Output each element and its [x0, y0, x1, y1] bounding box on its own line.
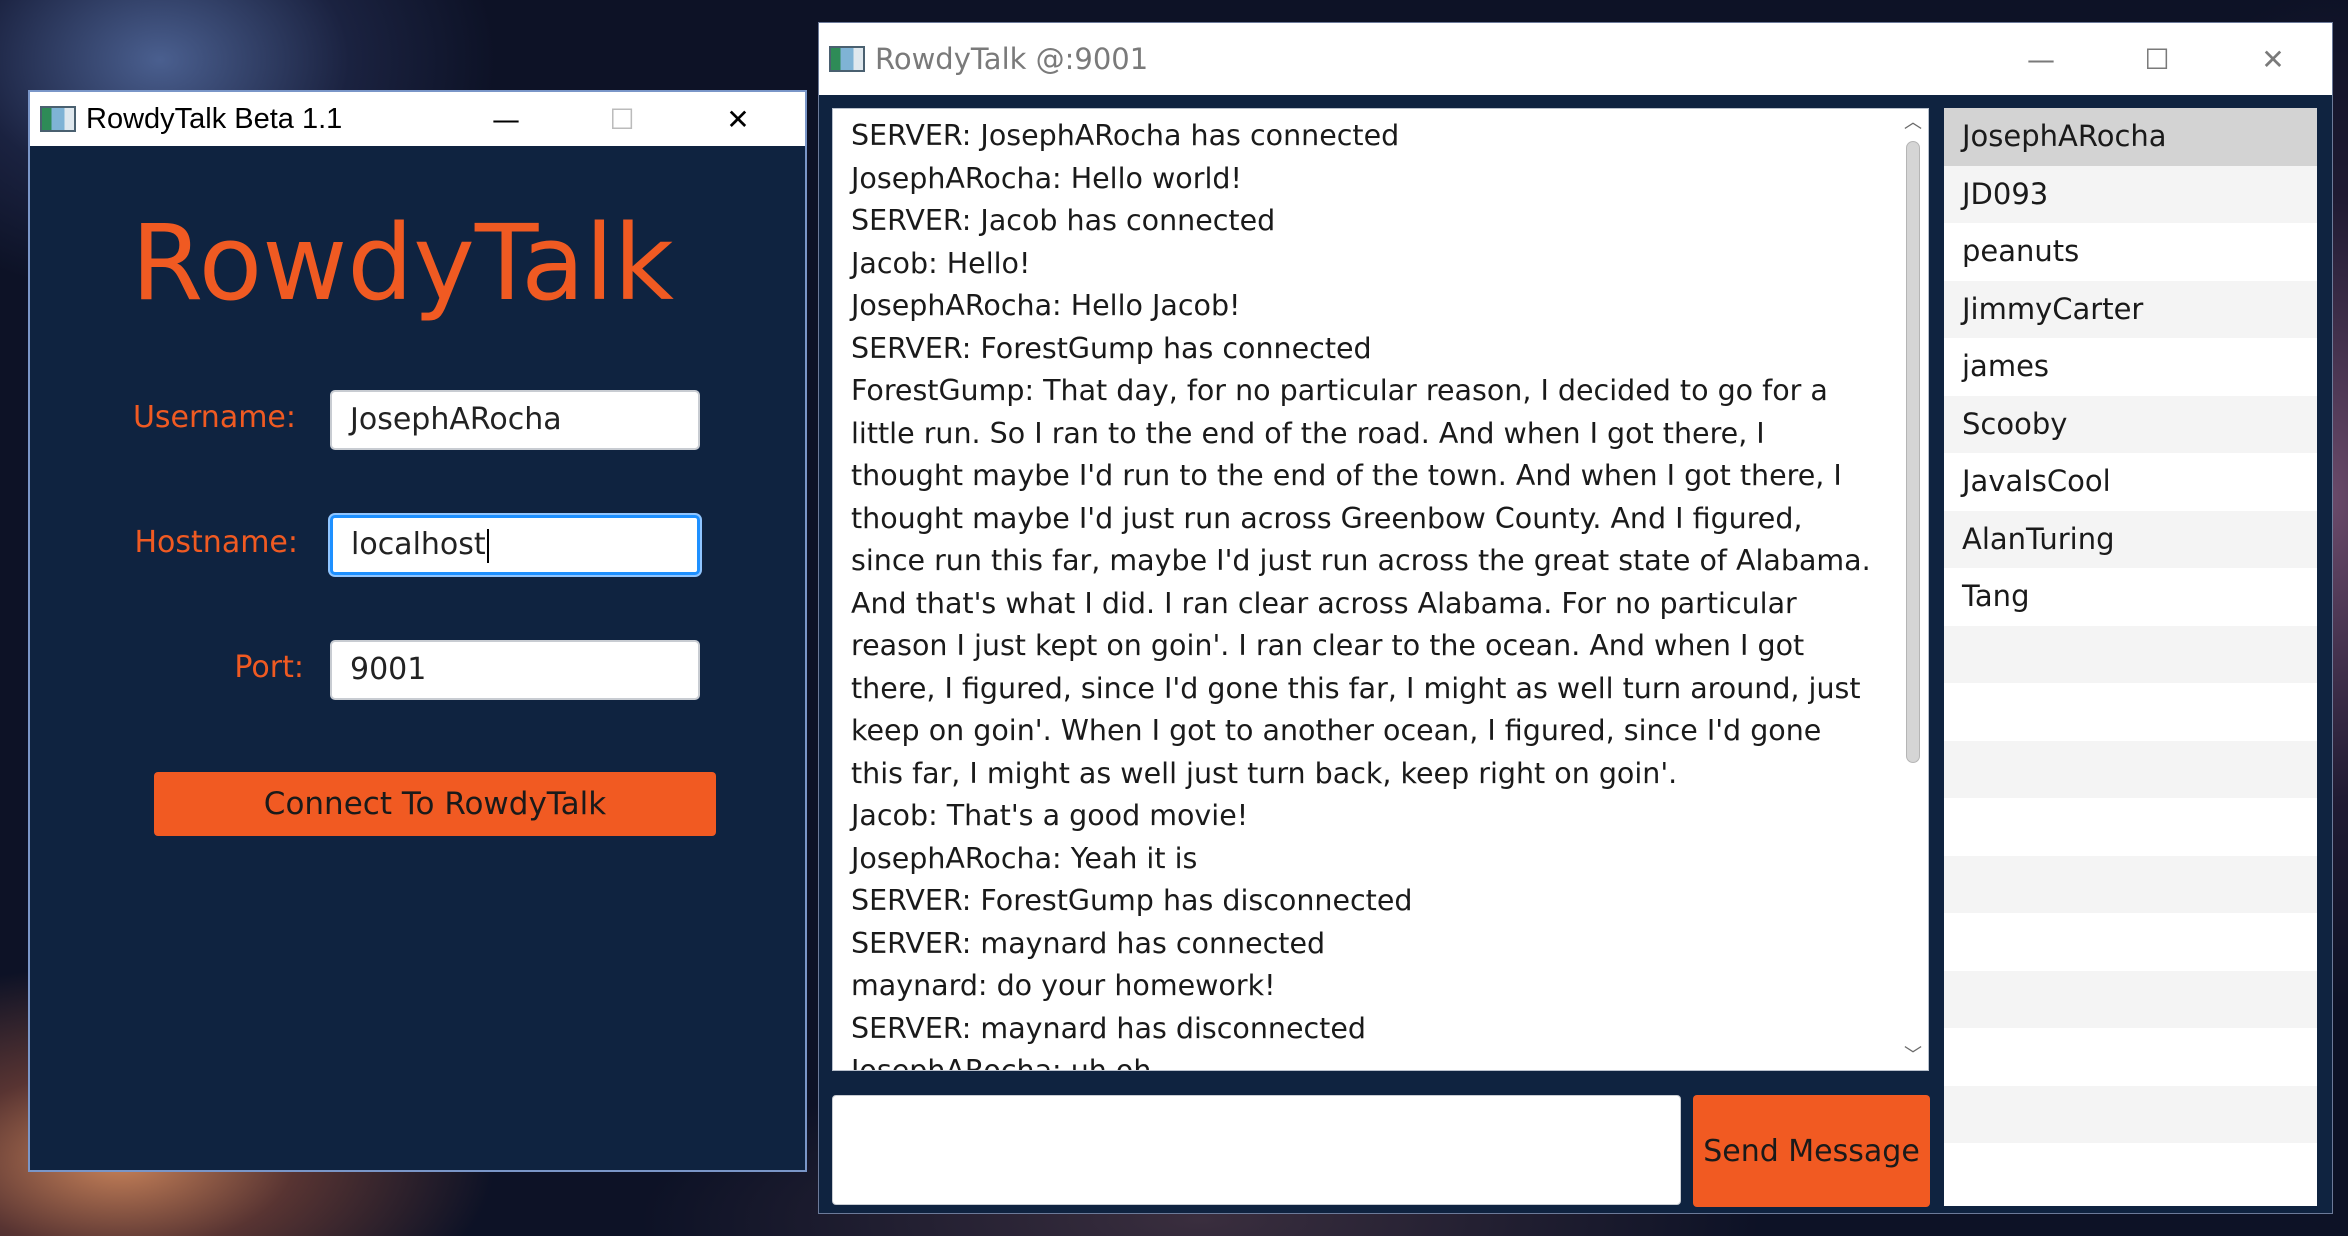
scroll-up-icon[interactable]: ︿ [1898, 109, 1928, 137]
message-item: SERVER: JosephARocha has connected [851, 119, 1400, 152]
login-window-title: RowdyTalk Beta 1.1 [86, 102, 343, 135]
chat-titlebar[interactable]: RowdyTalk @:9001 — ☐ ✕ [819, 23, 2332, 95]
minimize-icon[interactable]: — [448, 92, 564, 146]
app-icon [829, 46, 865, 72]
user-list[interactable]: JosephARocha JD093 peanuts JimmyCarter james… [1944, 108, 2317, 1206]
message-item: maynard: do your homework! [851, 969, 1276, 1002]
chat-window: RowdyTalk @:9001 — ☐ ✕ SERVER: JosephARo… [818, 22, 2333, 1214]
user-list-item[interactable]: JimmyCarter [1944, 280, 2317, 338]
user-list-item[interactable]: peanuts [1944, 223, 2317, 281]
user-list-item[interactable]: AlanTuring [1944, 510, 2317, 568]
user-list-empty-row [1944, 1085, 2317, 1143]
message-item: JosephARocha: Hello world! [851, 161, 1242, 195]
port-value: 9001 [350, 652, 427, 687]
user-list-item[interactable]: JD093 [1944, 165, 2317, 223]
user-list-item[interactable]: JosephARocha [1944, 108, 2317, 166]
chat-window-title: RowdyTalk @:9001 [875, 42, 1149, 76]
vertical-scrollbar[interactable]: ︿ ﹀ [1898, 109, 1928, 1070]
message-input[interactable] [832, 1095, 1681, 1205]
hostname-value: localhost [351, 527, 486, 562]
message-item: SERVER: Jacob has connected [851, 204, 1276, 237]
message-item: JosephARocha: Yeah it is [851, 841, 1198, 875]
message-item: JosephARocha: uh oh [851, 1054, 1152, 1071]
user-list-item[interactable]: james [1944, 338, 2317, 396]
user-list-item[interactable]: Tang [1944, 568, 2317, 626]
maximize-icon[interactable]: ☐ [564, 92, 680, 146]
user-list-empty-row [1944, 683, 2317, 741]
message-list: SERVER: JosephARocha has connected Joseph… [851, 115, 1881, 1071]
user-list-empty-row [1944, 625, 2317, 683]
user-list-empty-row [1944, 1143, 2317, 1201]
scroll-down-icon[interactable]: ﹀ [1898, 1042, 1928, 1070]
minimize-icon[interactable]: — [1983, 23, 2099, 95]
login-titlebar[interactable]: RowdyTalk Beta 1.1 — ☐ ✕ [30, 92, 805, 146]
message-item: SERVER: ForestGump has disconnected [851, 884, 1413, 917]
message-item: SERVER: ForestGump has connected [851, 331, 1372, 365]
user-list-empty-row [1944, 740, 2317, 798]
message-item: ForestGump: That day, for no particular … [851, 374, 1871, 790]
connect-button[interactable]: Connect To RowdyTalk [154, 772, 716, 836]
send-message-button[interactable]: Send Message [1693, 1095, 1930, 1207]
user-list-empty-row [1944, 798, 2317, 856]
text-caret [486, 528, 489, 563]
scroll-thumb[interactable] [1906, 141, 1920, 763]
message-item: SERVER: maynard has disconnected [851, 1011, 1366, 1045]
hostname-field[interactable]: localhost [330, 515, 700, 575]
user-list-empty-row [1944, 913, 2317, 971]
login-window: RowdyTalk Beta 1.1 — ☐ ✕ RowdyTalk Usern… [28, 90, 807, 1172]
user-list-item[interactable]: Scooby [1944, 395, 2317, 453]
message-log[interactable]: SERVER: JosephARocha has connected Joseph… [832, 108, 1929, 1071]
app-icon [40, 106, 76, 132]
user-list-item[interactable]: JavaIsCool [1944, 453, 2317, 511]
message-item: JosephARocha: Hello Jacob! [851, 289, 1241, 322]
username-field[interactable]: JosephARocha [330, 390, 700, 450]
maximize-icon[interactable]: ☐ [2099, 23, 2215, 95]
user-list-empty-row [1944, 1028, 2317, 1086]
port-field[interactable]: 9001 [330, 640, 700, 700]
port-label: Port: [234, 650, 304, 685]
username-value: JosephARocha [350, 402, 562, 437]
user-list-empty-row [1944, 970, 2317, 1028]
message-item: SERVER: maynard has connected [851, 926, 1326, 960]
username-label: Username: [132, 400, 296, 435]
message-item: Jacob: That's a good movie! [851, 799, 1249, 832]
hostname-label: Hostname: [134, 525, 299, 560]
close-icon[interactable]: ✕ [2215, 23, 2331, 95]
user-list-empty-row [1944, 855, 2317, 913]
message-item: Jacob: Hello! [851, 246, 1031, 280]
brand-title: RowdyTalk [130, 202, 674, 324]
close-icon[interactable]: ✕ [680, 92, 796, 146]
